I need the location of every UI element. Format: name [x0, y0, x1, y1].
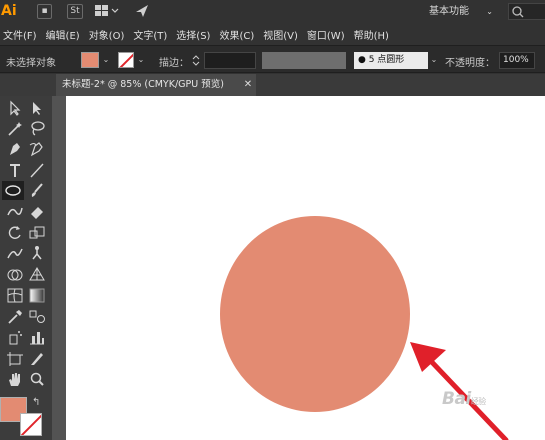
chevron-down-icon[interactable]: ⌄: [100, 52, 112, 68]
stroke-swatch[interactable]: [118, 52, 134, 68]
menu-window[interactable]: 窗口(W): [304, 27, 348, 42]
artboard-tool-icon[interactable]: [4, 349, 26, 368]
menu-select[interactable]: 选择(S): [173, 27, 213, 42]
shape-builder-icon[interactable]: [4, 265, 26, 284]
watermark-sub: 经验: [470, 397, 487, 406]
line-tool-icon[interactable]: [26, 161, 48, 180]
swap-colors-icon[interactable]: ↰: [32, 397, 40, 408]
menu-object[interactable]: 对象(O): [86, 27, 128, 42]
control-bar: 未选择对象 ⌄ ⌄ 描边： ● 5 点圆形 ⌄ 不透明度： 100%: [0, 45, 545, 73]
app-bar: Ai ▪ St 基本功能 ⌄: [0, 0, 545, 24]
search-icon: [512, 6, 524, 18]
hand-tool-icon[interactable]: [4, 370, 26, 389]
puppet-warp-icon[interactable]: [26, 244, 48, 263]
menu-type[interactable]: 文字(T): [130, 27, 170, 42]
artboard[interactable]: Bai经验: [66, 96, 545, 440]
slice-tool-icon[interactable]: [26, 349, 48, 368]
scale-tool-icon[interactable]: [26, 223, 48, 242]
menu-help[interactable]: 帮助(H): [351, 27, 392, 42]
stroke-color-box[interactable]: [20, 413, 42, 436]
search-input[interactable]: [508, 3, 545, 20]
menu-bar: 文件(F) 编辑(E) 对象(O) 文字(T) 选择(S) 效果(C) 视图(V…: [0, 24, 545, 44]
eyedropper-icon[interactable]: [4, 307, 26, 326]
chevron-down-icon[interactable]: ⌄: [428, 52, 440, 68]
menu-view[interactable]: 视图(V): [260, 27, 301, 42]
variable-width-profile[interactable]: [262, 52, 346, 69]
illustrator-logo: Ai: [1, 3, 17, 19]
zoom-tool-icon[interactable]: [26, 370, 48, 389]
stroke-weight-field[interactable]: [204, 52, 256, 69]
menu-effect[interactable]: 效果(C): [216, 27, 257, 42]
paintbrush-icon[interactable]: [26, 181, 48, 200]
fill-swatch[interactable]: [81, 52, 99, 68]
document-tab-strip: 未标题-2* @ 85% (CMYK/GPU 预览) ✕: [0, 74, 545, 96]
workspace-label: 基本功能: [429, 6, 469, 17]
curvature-tool-icon[interactable]: [26, 140, 48, 159]
perspective-grid-icon[interactable]: [26, 265, 48, 284]
layout-icon[interactable]: [94, 4, 120, 19]
document-tab[interactable]: 未标题-2* @ 85% (CMYK/GPU 预览): [56, 74, 256, 96]
opacity-field[interactable]: 100%: [499, 52, 535, 69]
stroke-weight-stepper[interactable]: [190, 52, 202, 69]
gradient-tool-icon[interactable]: [26, 286, 48, 305]
pen-tool-icon[interactable]: [4, 140, 26, 159]
eraser-icon[interactable]: [26, 202, 48, 221]
opacity-label: 不透明度：: [445, 58, 495, 69]
selection-status: 未选择对象: [6, 58, 56, 69]
brush-definition[interactable]: ● 5 点圆形: [354, 52, 428, 69]
rotate-tool-icon[interactable]: [4, 223, 26, 242]
watermark: Bai经验: [442, 389, 486, 409]
lasso-icon[interactable]: [26, 119, 48, 138]
send-icon[interactable]: [134, 4, 150, 19]
type-tool-icon[interactable]: [4, 161, 26, 180]
column-graph-icon[interactable]: [26, 328, 48, 347]
close-icon[interactable]: ✕: [241, 74, 255, 96]
chevron-down-icon: ⌄: [486, 7, 493, 16]
selection-tool-icon[interactable]: [4, 99, 26, 118]
menu-file[interactable]: 文件(F): [0, 27, 40, 42]
shaper-tool-icon[interactable]: [4, 202, 26, 221]
bridge-icon[interactable]: ▪: [37, 4, 52, 19]
pasteboard: [52, 96, 66, 440]
chevron-down-icon[interactable]: ⌄: [135, 52, 147, 68]
warp-tool-icon[interactable]: [4, 244, 26, 263]
magic-wand-icon[interactable]: [4, 119, 26, 138]
stroke-label: 描边：: [159, 58, 189, 69]
tools-panel: ↰: [0, 96, 52, 440]
blend-tool-icon[interactable]: [26, 307, 48, 326]
watermark-text: Bai: [442, 389, 471, 409]
menu-edit[interactable]: 编辑(E): [43, 27, 83, 42]
workspace-switcher[interactable]: 基本功能 ⌄: [429, 4, 493, 20]
stock-icon[interactable]: St: [67, 4, 83, 19]
symbol-sprayer-icon[interactable]: [4, 328, 26, 347]
ellipse-tool-icon[interactable]: [2, 181, 24, 200]
mesh-tool-icon[interactable]: [4, 286, 26, 305]
direct-selection-tool-icon[interactable]: [26, 99, 48, 118]
